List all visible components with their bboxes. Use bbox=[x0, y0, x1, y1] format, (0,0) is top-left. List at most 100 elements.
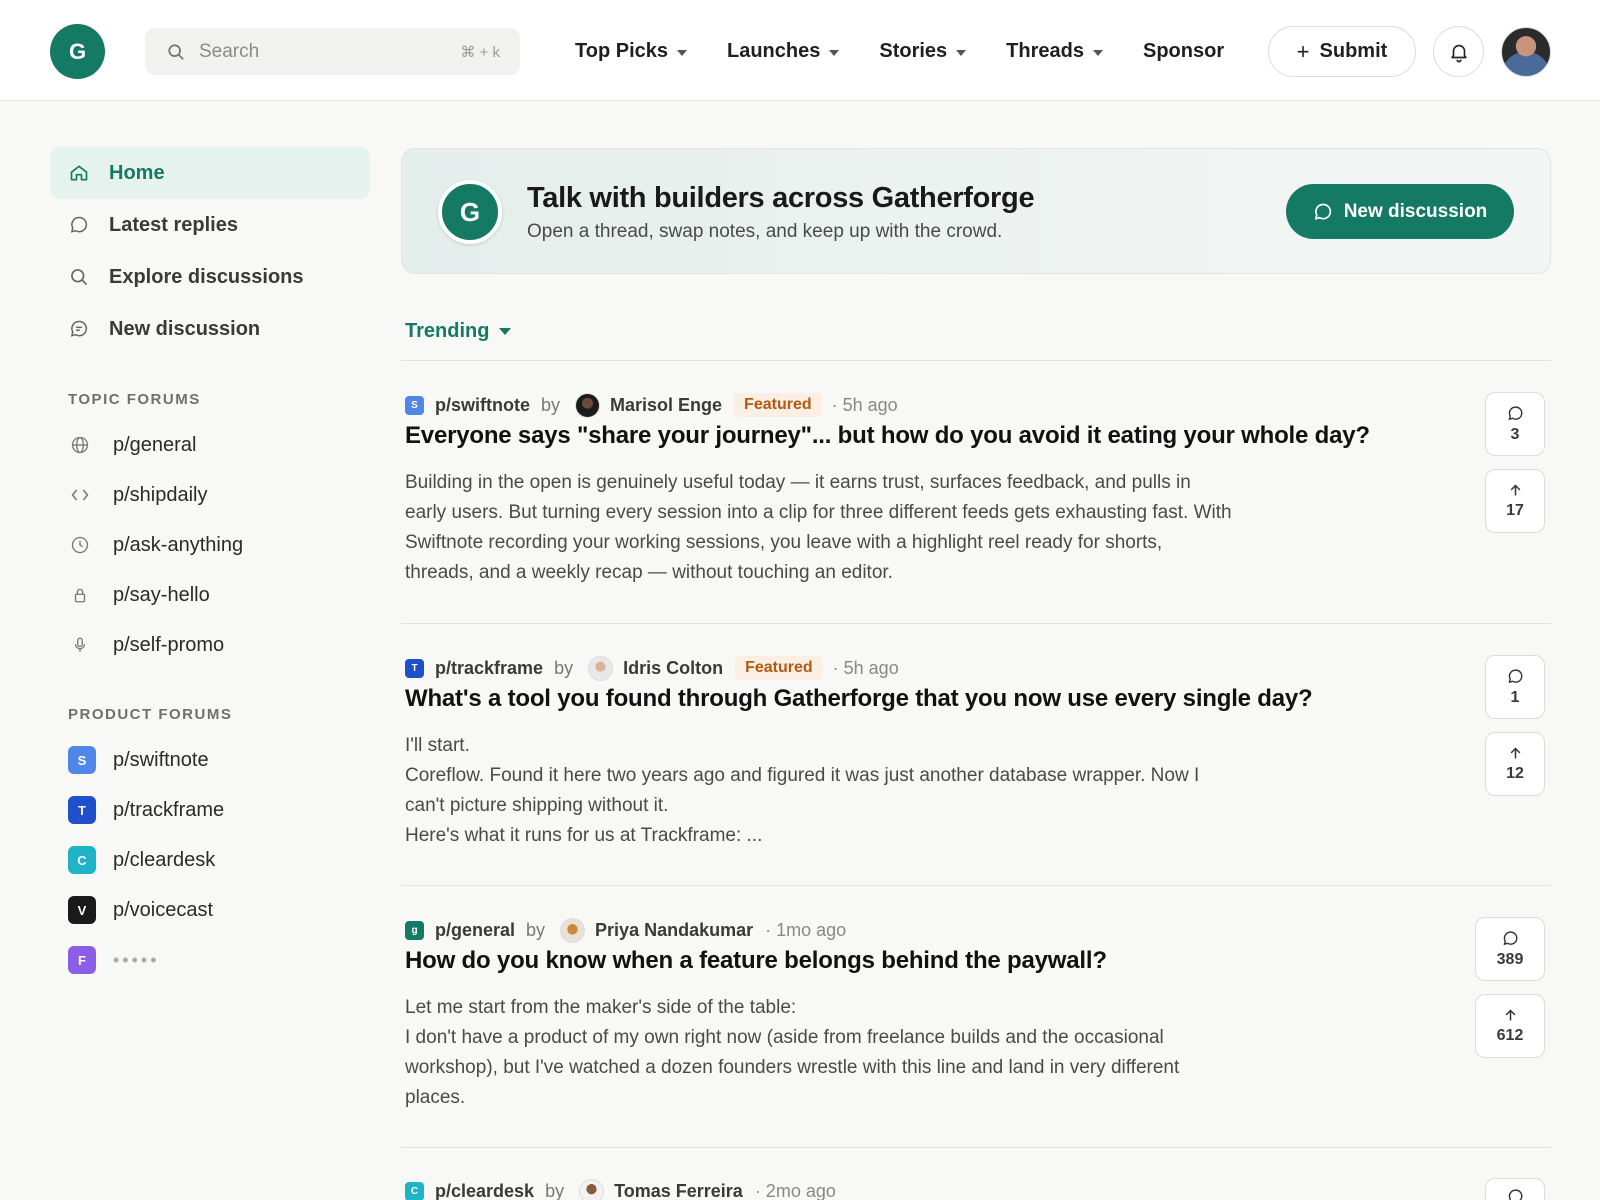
search-input[interactable] bbox=[199, 40, 461, 63]
sidebar-item-label: p/say-hello bbox=[113, 583, 210, 606]
sidebar-item-explore[interactable]: Explore discussions bbox=[50, 251, 370, 303]
sidebar-item-latest-replies[interactable]: Latest replies bbox=[50, 199, 370, 251]
sidebar-item-p-shipdaily[interactable]: p/shipdaily bbox=[50, 470, 370, 520]
sort-dropdown[interactable]: Trending bbox=[405, 320, 512, 343]
sidebar-item-label: p/self-promo bbox=[113, 633, 225, 656]
nav-threads[interactable]: Threads bbox=[1006, 40, 1103, 63]
sidebar-item-p-say-hello[interactable]: p/say-hello bbox=[50, 570, 370, 620]
post-author[interactable]: Priya Nandakumar bbox=[595, 920, 753, 941]
code-icon bbox=[68, 483, 92, 507]
sidebar-item-p-trackframe[interactable]: T p/trackframe bbox=[50, 785, 370, 835]
post-by: by bbox=[545, 1180, 565, 1200]
chevron-down-icon bbox=[829, 49, 840, 56]
post-time: · 5h ago bbox=[831, 394, 898, 415]
comments-button[interactable]: 389 bbox=[1475, 917, 1545, 981]
post-time: · 1mo ago bbox=[765, 919, 847, 940]
clock-icon bbox=[68, 533, 92, 557]
post-title[interactable]: How do you know when a feature belongs b… bbox=[405, 947, 1107, 975]
post-author[interactable]: Tomas Ferreira bbox=[614, 1181, 743, 1200]
post-excerpt: I'll start. Coreflow. Found it here two … bbox=[405, 735, 1200, 846]
author-avatar[interactable] bbox=[575, 392, 601, 418]
forum-badge: S bbox=[405, 395, 424, 415]
sidebar-item-label: Home bbox=[109, 161, 165, 184]
welcome-banner: G Talk with builders across Gatherforge … bbox=[401, 148, 1551, 274]
author-avatar[interactable] bbox=[588, 655, 614, 681]
comments-button[interactable]: 1 bbox=[1485, 655, 1545, 719]
globe-icon bbox=[68, 433, 92, 457]
sidebar-item-label: p/voicecast bbox=[113, 898, 214, 921]
sidebar-item-label: p/cleardesk bbox=[113, 848, 216, 871]
sidebar-item-label: New discussion bbox=[109, 317, 261, 340]
post-by: by bbox=[554, 657, 574, 678]
author-avatar[interactable] bbox=[579, 1178, 605, 1200]
post-forum-link[interactable]: p/swiftnote bbox=[435, 395, 530, 416]
sidebar-item-home[interactable]: Home bbox=[50, 147, 370, 199]
post-title[interactable]: What's a tool you found through Gatherfo… bbox=[405, 685, 1313, 713]
nav-launches[interactable]: Launches bbox=[727, 40, 840, 63]
new-discussion-button[interactable]: New discussion bbox=[1286, 184, 1514, 239]
post-meta: g p/general by Priya Nandakumar · 1mo ag… bbox=[405, 917, 846, 943]
plus-icon: + bbox=[1296, 38, 1310, 64]
sidebar-item-p-general[interactable]: p/general bbox=[50, 420, 370, 470]
post-title[interactable]: Everyone says "share your journey"... bu… bbox=[405, 422, 1370, 450]
chevron-down-icon bbox=[499, 328, 512, 335]
upvote-button[interactable]: 612 bbox=[1475, 994, 1545, 1058]
forum-badge: g bbox=[405, 920, 424, 940]
chat-bubble-icon bbox=[1314, 203, 1331, 220]
comment-count: 3 bbox=[1510, 425, 1520, 443]
nav-label: Launches bbox=[727, 40, 821, 62]
sidebar-item-label: p/general bbox=[113, 433, 197, 456]
sidebar-item-p-ask-anything[interactable]: p/ask-anything bbox=[50, 520, 370, 570]
discussion-post[interactable]: g p/general by Priya Nandakumar · 1mo ag… bbox=[401, 917, 1551, 1148]
sidebar-item-p-voicecast[interactable]: V p/voicecast bbox=[50, 885, 370, 935]
nav-sponsor[interactable]: Sponsor bbox=[1143, 40, 1224, 63]
post-author[interactable]: Marisol Enge bbox=[610, 395, 722, 416]
main-nav: Top Picks Launches Stories Threads Spons… bbox=[575, 28, 1264, 75]
site-logo[interactable]: G bbox=[50, 24, 105, 79]
forum-badge: C bbox=[405, 1181, 424, 1200]
sidebar-item-p-self-promo[interactable]: p/self-promo bbox=[50, 620, 370, 670]
banner-logo: G bbox=[438, 180, 502, 244]
sidebar-item-p-swiftnote[interactable]: S p/swiftnote bbox=[50, 735, 370, 785]
comment-count: 389 bbox=[1496, 950, 1524, 968]
post-time: · 2mo ago bbox=[754, 1180, 836, 1200]
post-forum-link[interactable]: p/trackframe bbox=[435, 658, 543, 679]
arrow-up-icon bbox=[1510, 746, 1520, 758]
notifications-button[interactable] bbox=[1433, 26, 1484, 77]
sidebar-item-new-discussion[interactable]: New discussion bbox=[50, 303, 370, 355]
comments-button[interactable] bbox=[1485, 1178, 1545, 1200]
arrow-up-icon bbox=[1505, 1008, 1515, 1020]
post-by: by bbox=[526, 919, 546, 940]
discussion-post[interactable]: C p/cleardesk by Tomas Ferreira · 2mo ag… bbox=[401, 1178, 1551, 1200]
upvote-button[interactable]: 12 bbox=[1485, 732, 1545, 796]
search-icon bbox=[68, 266, 90, 288]
arrow-up-icon bbox=[1510, 483, 1520, 495]
nav-top-picks[interactable]: Top Picks bbox=[575, 40, 687, 63]
upvote-button[interactable]: 17 bbox=[1485, 469, 1545, 533]
trackframe-badge: T bbox=[68, 796, 96, 824]
divider bbox=[401, 360, 1551, 361]
featured-badge: Featured bbox=[735, 656, 823, 680]
submit-button[interactable]: + Submit bbox=[1268, 26, 1416, 77]
author-avatar[interactable] bbox=[560, 917, 586, 943]
sidebar-item-label: p/ask-anything bbox=[113, 533, 244, 556]
post-meta: S p/swiftnote by Marisol Enge Featured ·… bbox=[405, 392, 898, 418]
search-bar[interactable]: ⌘ + k bbox=[145, 28, 520, 75]
discussion-post[interactable]: T p/trackframe by Idris Colton Featured … bbox=[401, 655, 1551, 886]
nav-label: Stories bbox=[879, 40, 948, 62]
chat-bubble-icon bbox=[1508, 1189, 1522, 1200]
comments-button[interactable]: 3 bbox=[1485, 392, 1545, 456]
sidebar-item-label: p/swiftnote bbox=[113, 748, 209, 771]
post-forum-link[interactable]: p/cleardesk bbox=[435, 1181, 534, 1200]
nav-stories[interactable]: Stories bbox=[879, 40, 967, 63]
chat-bubble-icon bbox=[1503, 930, 1517, 945]
product-forums-heading: PRODUCT FORUMS bbox=[68, 706, 233, 723]
discussion-post[interactable]: S p/swiftnote by Marisol Enge Featured ·… bbox=[401, 392, 1551, 624]
chat-bubble-icon bbox=[68, 214, 90, 236]
user-avatar[interactable] bbox=[1501, 27, 1551, 77]
post-forum-link[interactable]: p/general bbox=[435, 920, 515, 941]
sidebar-item-p-cleardesk[interactable]: C p/cleardesk bbox=[50, 835, 370, 885]
banner-subtitle: Open a thread, swap notes, and keep up w… bbox=[527, 221, 1003, 242]
sidebar-item-loading[interactable]: F ••••• bbox=[50, 935, 370, 985]
post-author[interactable]: Idris Colton bbox=[623, 658, 723, 679]
